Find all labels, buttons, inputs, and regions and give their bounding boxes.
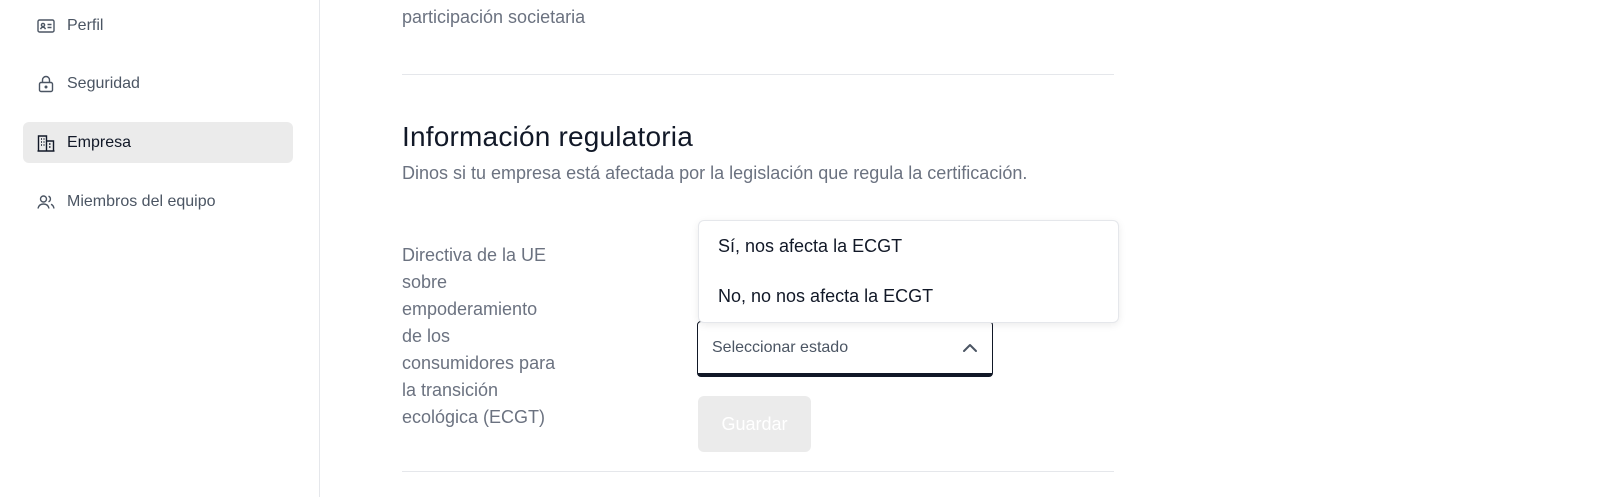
ecgt-status-select[interactable]: Seleccionar estado [697,321,993,377]
main-content: participación societaria Información reg… [0,0,1600,497]
ecgt-field-label: Directiva de la UE sobre empoderamiento … [402,245,556,427]
option-no-ecgt[interactable]: No, no nos afecta la ECGT [699,271,1118,321]
section-divider [402,74,1114,75]
section-description: Dinos si tu empresa está afectada por la… [402,163,1028,183]
section-divider-bottom [402,471,1114,472]
ecgt-options-dropdown: Sí, nos afecta la ECGT No, no nos afecta… [698,220,1119,323]
save-button[interactable]: Guardar [698,396,811,452]
option-yes-ecgt[interactable]: Sí, nos afecta la ECGT [699,221,1118,271]
previous-field-label: participación societaria [402,7,586,27]
select-placeholder: Seleccionar estado [712,338,849,356]
chevron-up-icon [960,338,980,358]
section-title: Información regulatoria [402,121,693,152]
